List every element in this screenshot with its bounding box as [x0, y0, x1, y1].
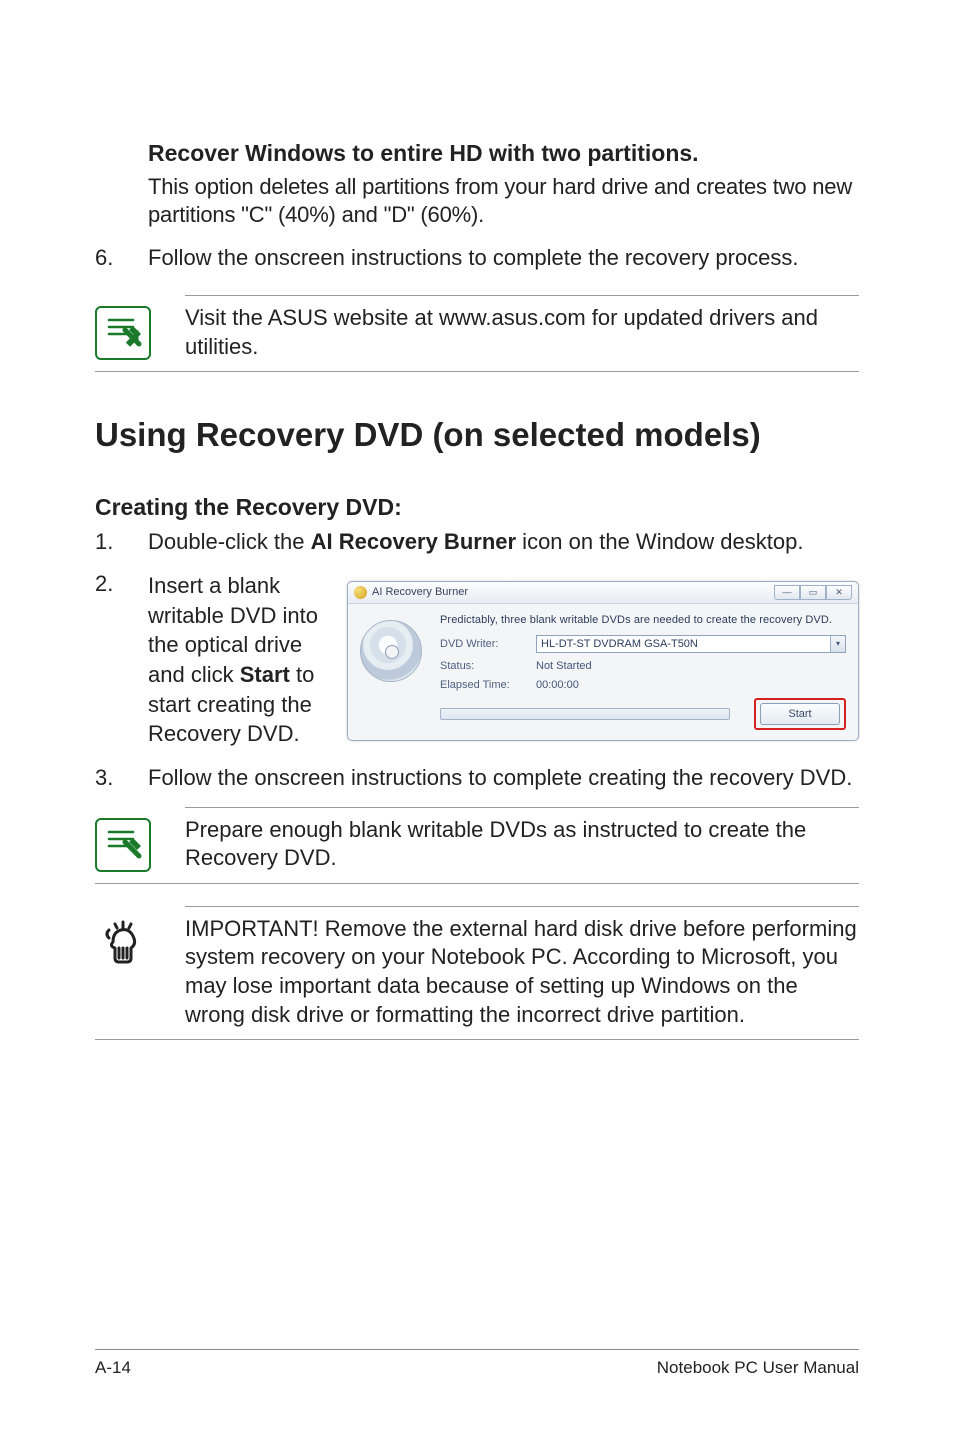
- note-3-important: IMPORTANT! Remove the external hard disk…: [95, 906, 859, 1040]
- select-value: HL-DT-ST DVDRAM GSA-T50N: [541, 638, 698, 650]
- step-text: Insert a blank writable DVD into the opt…: [148, 571, 333, 749]
- option-description: This option deletes all partitions from …: [148, 173, 859, 229]
- dvd-writer-select[interactable]: HL-DT-ST DVDRAM GSA-T50N ▾: [536, 635, 846, 653]
- note-text: Visit the ASUS website at www.asus.com f…: [185, 304, 859, 361]
- step-1: 1. Double-click the AI Recovery Burner i…: [95, 527, 859, 557]
- close-button[interactable]: ✕: [826, 585, 852, 600]
- subsection-heading: Creating the Recovery DVD:: [95, 494, 859, 521]
- footer-title: Notebook PC User Manual: [657, 1358, 859, 1378]
- step-text: Follow the onscreen instructions to comp…: [148, 243, 859, 273]
- ai-recovery-burner-window: AI Recovery Burner — ▭ ✕ Predictably, th…: [347, 581, 859, 741]
- step-number: 6.: [95, 243, 148, 273]
- step-3: 3. Follow the onscreen instructions to c…: [95, 763, 859, 793]
- page-footer: A-14 Notebook PC User Manual: [95, 1349, 859, 1378]
- chevron-down-icon: ▾: [830, 636, 845, 652]
- step-text: Follow the onscreen instructions to comp…: [148, 763, 859, 793]
- section-heading: Using Recovery DVD (on selected models): [95, 416, 859, 454]
- step-number: 1.: [95, 527, 148, 557]
- text-bold: AI Recovery Burner: [311, 529, 516, 554]
- status-value: Not Started: [536, 660, 846, 672]
- note-text: Prepare enough blank writable DVDs as in…: [185, 816, 859, 873]
- window-titlebar: AI Recovery Burner — ▭ ✕: [348, 582, 858, 604]
- step-number: 2.: [95, 571, 148, 749]
- minimize-button[interactable]: —: [774, 585, 800, 600]
- window-title: AI Recovery Burner: [372, 586, 468, 598]
- step-2: 2. Insert a blank writable DVD into the …: [95, 571, 859, 749]
- note-icon: [95, 818, 151, 872]
- start-button[interactable]: Start: [760, 703, 840, 725]
- note-2: Prepare enough blank writable DVDs as in…: [95, 807, 859, 884]
- text-fragment: icon on the Window desktop.: [516, 529, 803, 554]
- step-6: 6. Follow the onscreen instructions to c…: [95, 243, 859, 273]
- note-icon: [95, 306, 151, 360]
- step-number: 3.: [95, 763, 148, 793]
- text-fragment: Double-click the: [148, 529, 311, 554]
- important-icon: [95, 917, 151, 971]
- note-1: Visit the ASUS website at www.asus.com f…: [95, 295, 859, 372]
- option-heading: Recover Windows to entire HD with two pa…: [148, 140, 859, 167]
- progress-bar: [440, 708, 730, 720]
- status-label: Status:: [440, 660, 536, 672]
- app-icon: [354, 586, 367, 599]
- step-text: Double-click the AI Recovery Burner icon…: [148, 527, 859, 557]
- note-text: IMPORTANT! Remove the external hard disk…: [185, 915, 859, 1029]
- info-message: Predictably, three blank writable DVDs a…: [440, 614, 846, 626]
- page-number: A-14: [95, 1358, 131, 1378]
- dvd-writer-label: DVD Writer:: [440, 638, 536, 650]
- elapsed-time-value: 00:00:00: [536, 679, 846, 691]
- text-bold: Start: [240, 662, 290, 687]
- start-highlight: Start: [754, 698, 846, 730]
- dvd-image: [360, 614, 426, 680]
- maximize-button[interactable]: ▭: [800, 585, 826, 600]
- elapsed-time-label: Elapsed Time:: [440, 679, 536, 691]
